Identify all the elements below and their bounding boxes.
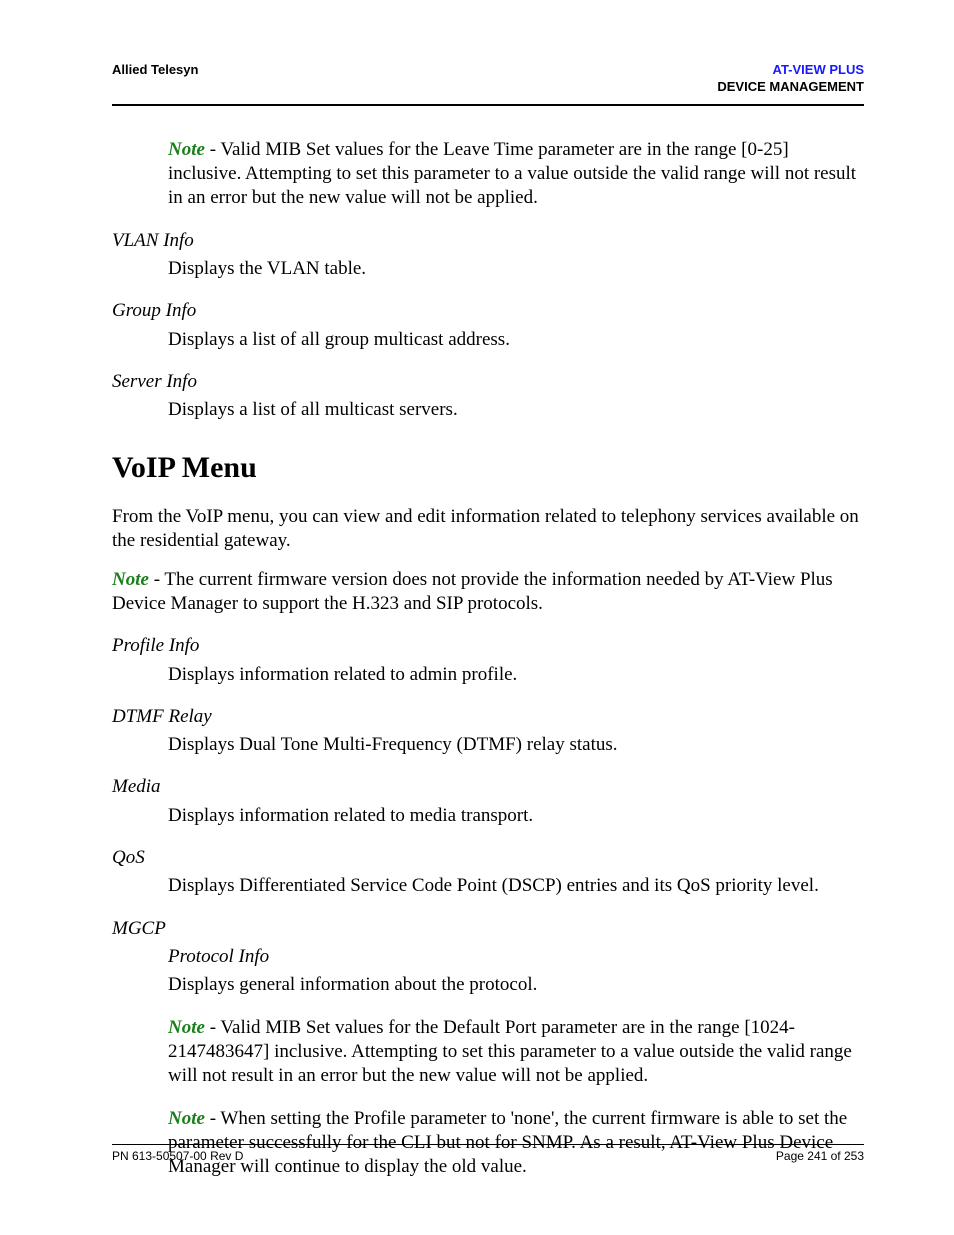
header-left: Allied Telesyn bbox=[112, 62, 198, 77]
def-vlan-info: VLAN Info Displays the VLAN table. bbox=[112, 229, 864, 282]
term: Server Info bbox=[112, 370, 864, 394]
def-profile-info: Profile Info Displays information relate… bbox=[112, 634, 864, 687]
note-text: - When setting the Profile parameter to … bbox=[168, 1108, 847, 1178]
footer-right: Page 241 of 253 bbox=[776, 1149, 864, 1163]
term: Group Info bbox=[112, 299, 864, 323]
header-section: DEVICE MANAGEMENT bbox=[717, 79, 864, 96]
desc: Displays the VLAN table. bbox=[168, 257, 864, 281]
page-body: Note - Valid MIB Set values for the Leav… bbox=[112, 138, 864, 1180]
note-label: Note bbox=[112, 569, 149, 590]
note-text: - Valid MIB Set values for the Default P… bbox=[168, 1017, 852, 1087]
desc: Displays a list of all multicast servers… bbox=[168, 398, 864, 422]
header-right: AT-VIEW PLUS DEVICE MANAGEMENT bbox=[717, 62, 864, 96]
voip-intro: From the VoIP menu, you can view and edi… bbox=[112, 505, 864, 554]
def-group-info: Group Info Displays a list of all group … bbox=[112, 299, 864, 352]
term: MGCP bbox=[112, 917, 864, 941]
def-dtmf-relay: DTMF Relay Displays Dual Tone Multi-Freq… bbox=[112, 705, 864, 758]
page: Allied Telesyn AT-VIEW PLUS DEVICE MANAG… bbox=[0, 0, 954, 1235]
leave-time-note: Note - Valid MIB Set values for the Leav… bbox=[168, 138, 864, 211]
footer-left: PN 613-50507-00 Rev D bbox=[112, 1149, 243, 1163]
note-label: Note bbox=[168, 1017, 205, 1038]
term: DTMF Relay bbox=[112, 705, 864, 729]
term: Media bbox=[112, 775, 864, 799]
note-label: Note bbox=[168, 139, 205, 160]
page-header: Allied Telesyn AT-VIEW PLUS DEVICE MANAG… bbox=[112, 62, 864, 106]
note-text: - Valid MIB Set values for the Leave Tim… bbox=[168, 139, 856, 209]
sub-term: Protocol Info bbox=[168, 945, 864, 969]
note-text: - The current firmware version does not … bbox=[112, 569, 833, 614]
term: QoS bbox=[112, 846, 864, 870]
desc: Displays information related to media tr… bbox=[168, 804, 864, 828]
desc: Displays a list of all group multicast a… bbox=[168, 328, 864, 352]
def-server-info: Server Info Displays a list of all multi… bbox=[112, 370, 864, 423]
def-mgcp: MGCP Protocol Info Displays general info… bbox=[112, 917, 864, 1180]
desc: Displays Differentiated Service Code Poi… bbox=[168, 874, 864, 898]
mgcp-note-default-port: Note - Valid MIB Set values for the Defa… bbox=[168, 1016, 864, 1089]
desc: Displays information related to admin pr… bbox=[168, 663, 864, 687]
header-brand: AT-VIEW PLUS bbox=[717, 62, 864, 79]
def-media: Media Displays information related to me… bbox=[112, 775, 864, 828]
term: Profile Info bbox=[112, 634, 864, 658]
section-heading-voip-menu: VoIP Menu bbox=[112, 449, 864, 487]
def-qos: QoS Displays Differentiated Service Code… bbox=[112, 846, 864, 899]
page-footer: PN 613-50507-00 Rev D Page 241 of 253 bbox=[112, 1144, 864, 1163]
desc: Displays Dual Tone Multi-Frequency (DTMF… bbox=[168, 733, 864, 757]
sub-desc: Displays general information about the p… bbox=[168, 973, 864, 997]
note-label: Note bbox=[168, 1108, 205, 1129]
term: VLAN Info bbox=[112, 229, 864, 253]
voip-note: Note - The current firmware version does… bbox=[112, 568, 864, 617]
